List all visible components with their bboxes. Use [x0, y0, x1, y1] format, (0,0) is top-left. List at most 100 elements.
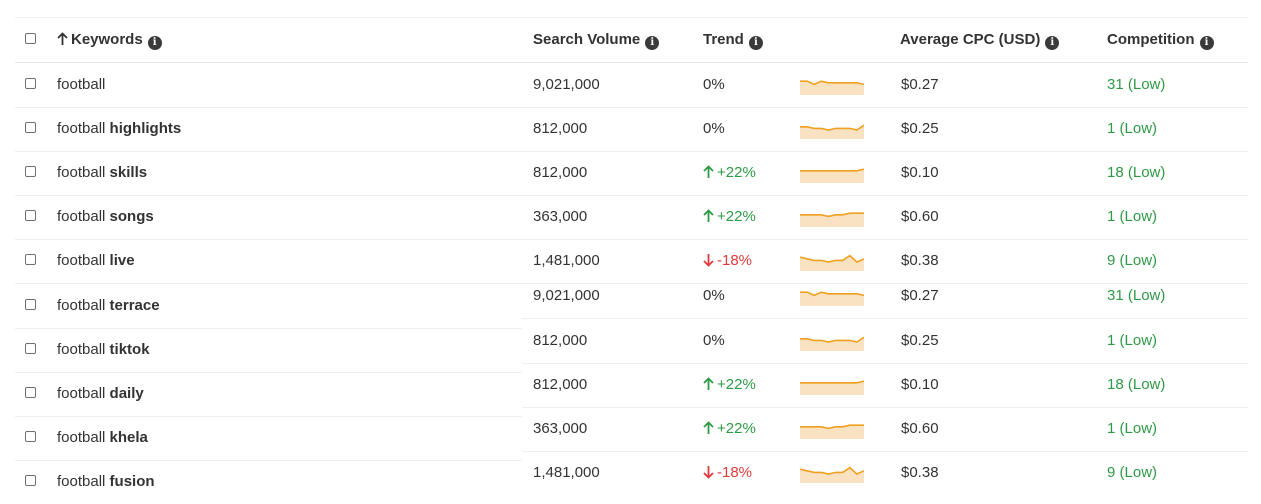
keyword-suffix: skills [109, 164, 148, 181]
keyword-suffix: terrace [109, 297, 160, 314]
keyword-prefix: football [57, 385, 106, 402]
competition-cell: 9 (Low) [1107, 464, 1158, 481]
row-checkbox[interactable] [25, 78, 36, 89]
table-row[interactable]: 363,000 +22% $0.60 1 (Low) [522, 407, 1248, 452]
trend-value: 0% [703, 274, 725, 318]
arrow-up-icon [703, 165, 714, 178]
average-cpc-cell: $0.25 [901, 120, 939, 137]
arrow-up-icon [703, 209, 714, 222]
trend-value: +22% [703, 195, 756, 239]
row-checkbox[interactable] [25, 387, 36, 398]
info-icon[interactable]: i [645, 36, 660, 50]
trend-sparkline [800, 168, 864, 183]
table-row[interactable]: 1,481,000 -18% $0.38 9 (Low) [522, 451, 1248, 495]
sparkline-line [800, 380, 864, 384]
keyword-suffix: daily [109, 385, 144, 402]
average-cpc-cell: $0.27 [901, 287, 939, 304]
keyword-cell[interactable]: football tiktok [57, 328, 150, 372]
trend-percent: 0% [703, 120, 725, 137]
column-header-average-cpc[interactable]: Average CPC (USD) i [900, 18, 1060, 62]
search-volume-cell: 9,021,000 [533, 287, 600, 304]
competition-cell: 31 (Low) [1107, 287, 1166, 304]
trend-percent: +22% [717, 376, 756, 393]
competition-cell: 1 (Low) [1107, 332, 1158, 349]
column-header-trend[interactable]: Trend i [703, 18, 763, 62]
keyword-suffix: live [109, 252, 135, 269]
keyword-cell[interactable]: football songs [57, 195, 154, 239]
trend-percent: +22% [717, 420, 756, 437]
row-checkbox[interactable] [25, 122, 36, 133]
competition-cell: 18 (Low) [1107, 376, 1166, 393]
arrow-down-icon [703, 254, 714, 267]
keyword-prefix: football [57, 429, 106, 446]
trend-sparkline [800, 424, 864, 439]
keyword-cell[interactable]: football highlights [57, 107, 181, 151]
keyword-cell[interactable]: football daily [57, 372, 144, 416]
average-cpc-cell: $0.60 [901, 420, 939, 437]
trend-percent: 0% [703, 287, 725, 304]
keyword-prefix: football [57, 164, 106, 181]
average-cpc-cell: $0.25 [901, 332, 939, 349]
table-row[interactable]: football skills 812,000 +22% $0.10 18 (Low) [15, 151, 1248, 196]
row-checkbox[interactable] [25, 210, 36, 221]
table-row[interactable]: 812,000 +22% $0.10 18 (Low) [522, 363, 1248, 408]
trend-value: 0% [703, 319, 725, 363]
trend-sparkline [800, 291, 864, 306]
table-row[interactable]: 9,021,000 0% $0.27 31 (Low) [522, 274, 1248, 319]
keyword-cell[interactable]: football khela [57, 416, 148, 460]
competition-cell: 1 (Low) [1107, 208, 1158, 225]
info-icon[interactable]: i [1045, 36, 1060, 50]
trend-header-label: Trend [703, 31, 744, 48]
trend-percent: +22% [717, 208, 756, 225]
keyword-cell[interactable]: football skills [57, 151, 147, 195]
search-volume-cell: 363,000 [533, 208, 588, 225]
keyword-suffix: highlights [109, 120, 182, 137]
keyword-prefix: football [57, 473, 106, 490]
keyword-prefix: football [57, 297, 106, 314]
average-cpc-cell: $0.10 [901, 376, 939, 393]
info-icon[interactable]: i [147, 36, 162, 50]
search-volume-cell: 812,000 [533, 376, 588, 393]
trend-percent: -18% [717, 464, 753, 481]
keyword-cell[interactable]: football [57, 63, 105, 107]
trend-value: +22% [703, 407, 756, 451]
keyword-prefix: football [57, 120, 106, 137]
row-checkbox[interactable] [25, 166, 36, 177]
keyword-cell[interactable]: football fusion [57, 460, 155, 504]
keyword-cell[interactable]: football live [57, 239, 135, 283]
column-header-keywords[interactable]: Keywords i [57, 18, 162, 62]
table-row[interactable]: 812,000 0% $0.25 1 (Low) [522, 319, 1248, 364]
keyword-suffix: khela [109, 429, 148, 446]
table-row[interactable]: football 9,021,000 0% $0.27 31 (Low) [15, 63, 1248, 108]
keyword-suffix: fusion [109, 473, 155, 490]
column-header-search-volume[interactable]: Search Volume i [533, 18, 660, 62]
table-header: Keywords i Search Volume i Trend i Average … [15, 18, 1248, 63]
trend-percent: 0% [703, 76, 725, 93]
column-header-competition[interactable]: Competition i [1107, 18, 1214, 62]
average-cpc-header-label: Average CPC (USD) [900, 31, 1041, 48]
search-volume-cell: 812,000 [533, 164, 588, 181]
keywords-header-label: Keywords [71, 31, 143, 48]
keyword-prefix: football [57, 208, 106, 225]
trend-percent: 0% [703, 332, 725, 349]
info-icon[interactable]: i [748, 36, 763, 50]
trend-value: +22% [703, 151, 756, 195]
select-all-checkbox[interactable] [25, 33, 36, 44]
info-icon[interactable]: i [1199, 36, 1214, 50]
trend-percent: +22% [717, 164, 756, 181]
sparkline-line [800, 168, 864, 172]
trend-percent: -18% [717, 252, 753, 269]
row-checkbox[interactable] [25, 299, 36, 310]
keyword-cell[interactable]: football terrace [57, 284, 160, 328]
trend-value: +22% [703, 363, 756, 407]
table-row[interactable]: football highlights 812,000 0% $0.25 1 (Low) [15, 107, 1248, 152]
arrow-up-icon [703, 421, 714, 434]
keyword-suffix: songs [109, 208, 154, 225]
row-checkbox[interactable] [25, 254, 36, 265]
competition-cell: 1 (Low) [1107, 420, 1158, 437]
row-checkbox[interactable] [25, 475, 36, 486]
table-row[interactable]: football songs 363,000 +22% $0.60 1 (Low) [15, 195, 1248, 240]
row-checkbox[interactable] [25, 431, 36, 442]
average-cpc-cell: $0.38 [901, 464, 939, 481]
row-checkbox[interactable] [25, 343, 36, 354]
